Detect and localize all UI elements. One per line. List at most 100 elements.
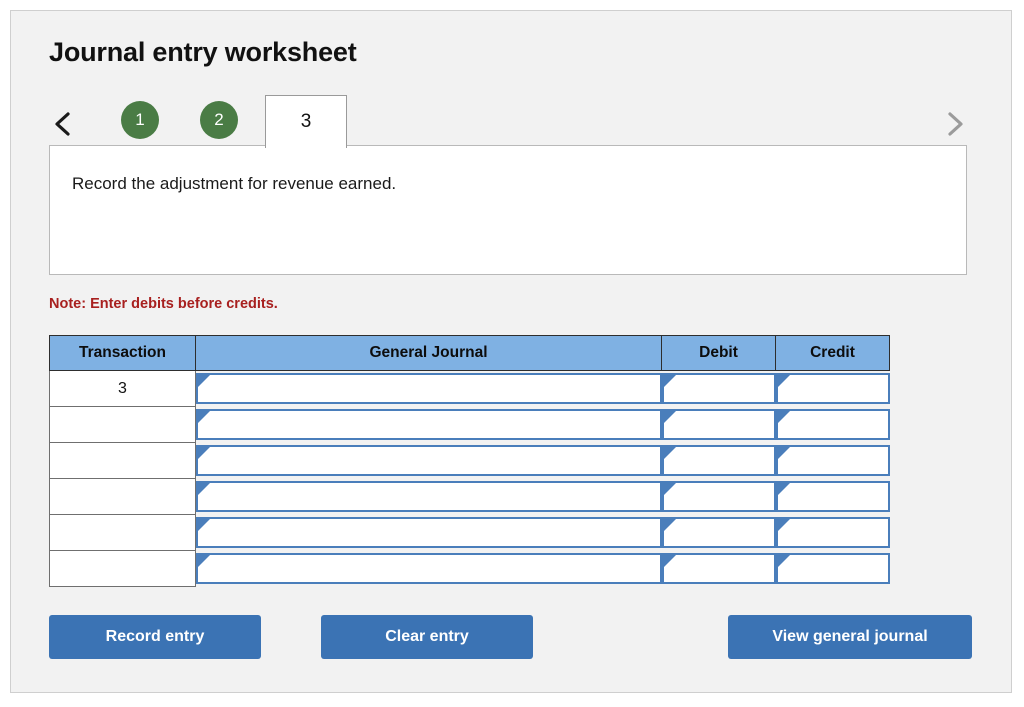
- cell-transaction: [49, 478, 196, 515]
- cell-corner-marker-icon: [663, 447, 676, 459]
- general-journal-input[interactable]: [210, 411, 658, 438]
- cell-corner-marker-icon: [777, 447, 790, 459]
- table-row: [49, 514, 890, 551]
- cell-corner-marker-icon: [777, 555, 790, 567]
- credit-input[interactable]: [789, 519, 886, 546]
- tab-step-2-label: 2: [214, 110, 224, 129]
- cell-corner-marker-icon: [777, 375, 790, 388]
- debit-input[interactable]: [675, 519, 772, 546]
- input-wrapper-credit: [775, 445, 890, 476]
- cell-debit: [661, 442, 776, 479]
- worksheet-card: Journal entry worksheet 1 2 3 Record the…: [10, 10, 1012, 693]
- cell-corner-marker-icon: [198, 483, 210, 495]
- worksheet-page: Journal entry worksheet 1 2 3 Record the…: [0, 0, 1024, 707]
- tab-step-1-label: 1: [135, 110, 145, 129]
- general-journal-input[interactable]: [210, 519, 658, 546]
- cell-transaction: 3: [49, 370, 196, 407]
- page-title: Journal entry worksheet: [49, 37, 357, 67]
- cell-general-journal: [195, 514, 662, 551]
- cell-transaction: [49, 514, 196, 551]
- general-journal-input[interactable]: [210, 483, 658, 510]
- cell-corner-marker-icon: [198, 447, 210, 459]
- input-wrapper-general-journal: [196, 409, 662, 440]
- general-journal-input[interactable]: [210, 375, 658, 403]
- input-wrapper-credit: [775, 553, 890, 584]
- chevron-left-icon[interactable]: [49, 109, 77, 139]
- credit-input[interactable]: [789, 555, 886, 582]
- cell-credit: [775, 406, 890, 443]
- record-entry-label: Record entry: [105, 628, 205, 645]
- cell-debit: [661, 550, 776, 587]
- debits-before-credits-note: Note: Enter debits before credits.: [49, 296, 278, 312]
- cell-corner-marker-icon: [663, 375, 676, 388]
- cell-corner-marker-icon: [198, 375, 210, 388]
- input-wrapper-general-journal: [196, 553, 662, 584]
- input-wrapper-general-journal: [196, 373, 662, 405]
- table-body: 3: [49, 370, 890, 587]
- tab-step-2[interactable]: 2: [200, 101, 238, 139]
- input-wrapper-credit: [775, 373, 890, 405]
- debit-input[interactable]: [675, 411, 772, 438]
- tab-step-3[interactable]: 3: [265, 95, 347, 148]
- table-header-row: Transaction General Journal Debit Credit: [49, 335, 890, 371]
- cell-corner-marker-icon: [777, 411, 790, 423]
- cell-corner-marker-icon: [198, 411, 210, 423]
- record-entry-button[interactable]: Record entry: [49, 615, 261, 659]
- debit-input[interactable]: [675, 483, 772, 510]
- general-journal-input[interactable]: [210, 555, 658, 582]
- clear-entry-button[interactable]: Clear entry: [321, 615, 533, 659]
- input-wrapper-debit: [661, 481, 776, 512]
- debit-input[interactable]: [675, 447, 772, 474]
- instruction-text: Record the adjustment for revenue earned…: [72, 174, 397, 193]
- input-wrapper-general-journal: [196, 481, 662, 512]
- clear-entry-label: Clear entry: [385, 628, 469, 645]
- input-wrapper-credit: [775, 481, 890, 512]
- view-general-journal-label: View general journal: [772, 628, 928, 645]
- input-wrapper-debit: [661, 517, 776, 548]
- cell-transaction: [49, 442, 196, 479]
- debit-input[interactable]: [675, 555, 772, 582]
- general-journal-input[interactable]: [210, 447, 658, 474]
- column-header-general-journal: General Journal: [195, 335, 662, 371]
- cell-credit: [775, 442, 890, 479]
- credit-input[interactable]: [789, 447, 886, 474]
- tab-step-1[interactable]: 1: [121, 101, 159, 139]
- input-wrapper-credit: [775, 409, 890, 440]
- table-row: [49, 406, 890, 443]
- cell-credit: [775, 370, 890, 407]
- debit-input[interactable]: [675, 375, 772, 403]
- cell-corner-marker-icon: [777, 519, 790, 531]
- cell-corner-marker-icon: [663, 519, 676, 531]
- cell-general-journal: [195, 550, 662, 587]
- cell-corner-marker-icon: [198, 555, 210, 567]
- cell-corner-marker-icon: [663, 411, 676, 423]
- cell-debit: [661, 514, 776, 551]
- cell-debit: [661, 478, 776, 515]
- cell-corner-marker-icon: [663, 555, 676, 567]
- table-row: [49, 550, 890, 587]
- journal-entry-table: Transaction General Journal Debit Credit…: [49, 335, 890, 587]
- input-wrapper-general-journal: [196, 517, 662, 548]
- table-row: [49, 478, 890, 515]
- input-wrapper-debit: [661, 445, 776, 476]
- cell-debit: [661, 370, 776, 407]
- column-header-credit: Credit: [775, 335, 890, 371]
- credit-input[interactable]: [789, 483, 886, 510]
- cell-general-journal: [195, 442, 662, 479]
- credit-input[interactable]: [789, 411, 886, 438]
- input-wrapper-credit: [775, 517, 890, 548]
- tab-step-3-label: 3: [300, 111, 312, 132]
- cell-credit: [775, 478, 890, 515]
- column-header-debit: Debit: [661, 335, 776, 371]
- input-wrapper-debit: [661, 409, 776, 440]
- cell-transaction: [49, 406, 196, 443]
- view-general-journal-button[interactable]: View general journal: [728, 615, 972, 659]
- chevron-right-icon[interactable]: [941, 109, 969, 139]
- table-row: [49, 442, 890, 479]
- input-wrapper-general-journal: [196, 445, 662, 476]
- credit-input[interactable]: [789, 375, 886, 403]
- cell-transaction: [49, 550, 196, 587]
- cell-general-journal: [195, 370, 662, 407]
- cell-general-journal: [195, 406, 662, 443]
- instruction-panel: Record the adjustment for revenue earned…: [49, 145, 967, 275]
